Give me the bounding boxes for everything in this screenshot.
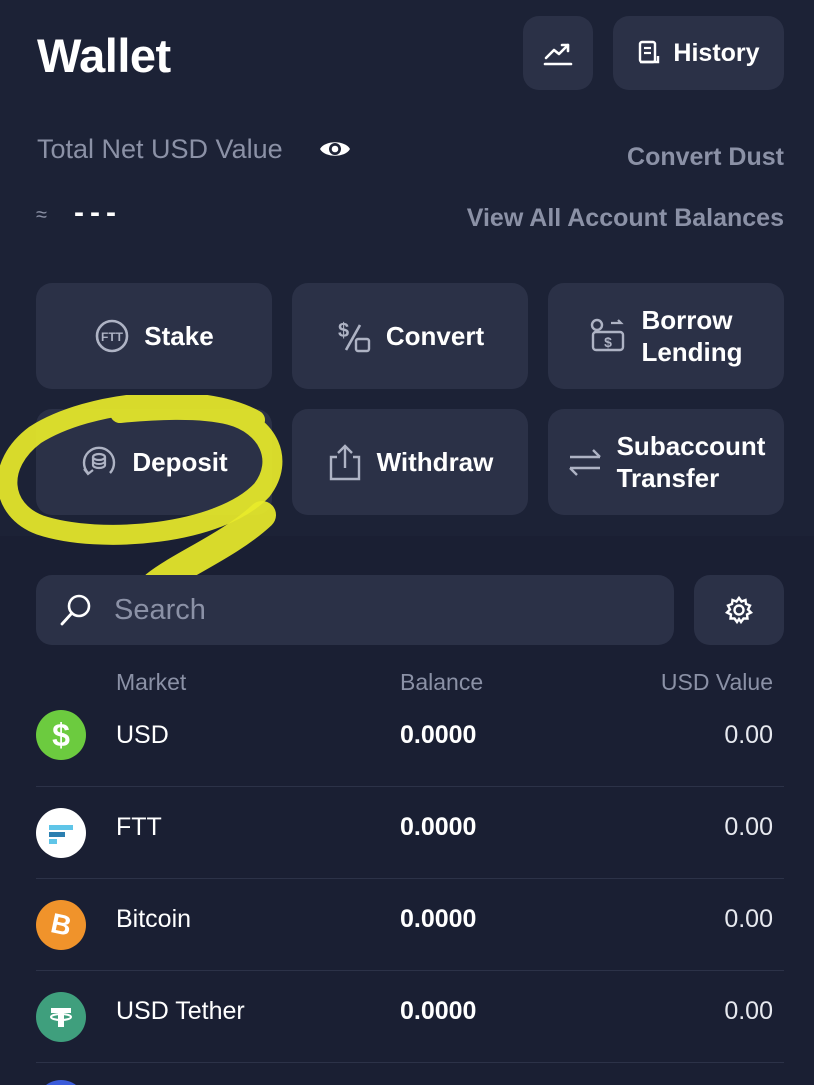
toggle-visibility-button[interactable]: [318, 134, 352, 164]
ftt-coin-icon: FTT: [95, 319, 129, 353]
market-name: FTT: [116, 813, 162, 841]
usd-value: 0.00: [724, 997, 773, 1025]
trending-up-icon: [543, 43, 573, 66]
market-name: USD Tether: [116, 997, 245, 1025]
usd-value: 0.00: [724, 905, 773, 933]
receipt-icon: [639, 40, 660, 64]
table-row[interactable]: USD Tether 0.0000 0.00: [36, 971, 784, 1063]
convert-label: Convert: [385, 321, 485, 351]
balance-value: 0.0000: [400, 997, 477, 1025]
deposit-label: Deposit: [132, 447, 228, 477]
search-input[interactable]: [114, 593, 674, 627]
gear-icon: [724, 595, 754, 625]
wallet-summary-panel: Wallet History Total Net USD Value Conve…: [0, 0, 814, 536]
balance-value: 0.0000: [400, 721, 477, 749]
ftt-coin-icon: [36, 808, 86, 858]
convert-button[interactable]: $ Convert: [292, 283, 528, 389]
withdraw-button[interactable]: Withdraw: [292, 409, 528, 515]
column-header-balance: Balance: [400, 669, 484, 695]
stake-label: Stake: [144, 321, 214, 351]
market-name: Bitcoin: [116, 905, 192, 933]
stake-button[interactable]: FTT Stake: [36, 283, 272, 389]
eye-icon: [320, 142, 350, 156]
borrow-lending-label: Borrow Lending: [641, 305, 743, 367]
column-header-market: Market: [116, 669, 187, 695]
bitcoin-icon: B: [36, 900, 86, 950]
borrow-lending-button[interactable]: $ Borrow Lending: [548, 283, 784, 389]
subaccount-transfer-button[interactable]: Subaccount Transfer: [548, 409, 784, 515]
view-all-balances-link[interactable]: View All Account Balances: [467, 204, 784, 233]
usd-value: 0.00: [724, 813, 773, 841]
svg-text:$: $: [338, 320, 349, 342]
history-button[interactable]: History: [613, 16, 784, 90]
balance-value: 0.0000: [400, 813, 477, 841]
dollar-percent-icon: $: [338, 320, 371, 353]
tether-icon: [36, 992, 86, 1042]
history-label: History: [673, 38, 760, 67]
subaccount-transfer-label: Subaccount Transfer: [616, 431, 766, 493]
search-bar[interactable]: [36, 575, 674, 645]
page-title: Wallet: [37, 29, 171, 82]
svg-text:$: $: [605, 334, 613, 350]
svg-text:FTT: FTT: [101, 330, 124, 344]
approx-symbol: ≈: [36, 204, 47, 226]
column-header-usd-value: USD Value: [660, 669, 773, 695]
usd-coin-icon: $: [36, 710, 86, 760]
row-divider: [36, 1062, 784, 1063]
wallet-page: Wallet History Total Net USD Value Conve…: [0, 0, 814, 1085]
balance-value: 0.0000: [400, 905, 477, 933]
convert-dust-link[interactable]: Convert Dust: [627, 143, 784, 172]
settings-button[interactable]: [694, 575, 784, 645]
market-name: USD: [116, 721, 169, 749]
table-row[interactable]: $ USD 0.0000 0.00: [36, 695, 784, 787]
table-row[interactable]: B Bitcoin 0.0000 0.00: [36, 879, 784, 971]
net-value: ---: [74, 196, 122, 229]
transfer-arrows-icon: [568, 449, 601, 476]
upload-icon: [329, 444, 360, 481]
partial-coin-icon: [36, 1080, 86, 1085]
search-icon: [60, 594, 91, 626]
table-row[interactable]: FTT 0.0000 0.00: [36, 787, 784, 879]
deposit-coins-icon: [83, 446, 116, 476]
usd-value: 0.00: [724, 721, 773, 749]
deposit-button[interactable]: Deposit: [36, 409, 272, 515]
chart-button[interactable]: [523, 16, 593, 90]
withdraw-label: Withdraw: [376, 447, 494, 477]
net-value-label: Total Net USD Value: [37, 134, 283, 164]
lending-icon: $: [591, 318, 625, 352]
